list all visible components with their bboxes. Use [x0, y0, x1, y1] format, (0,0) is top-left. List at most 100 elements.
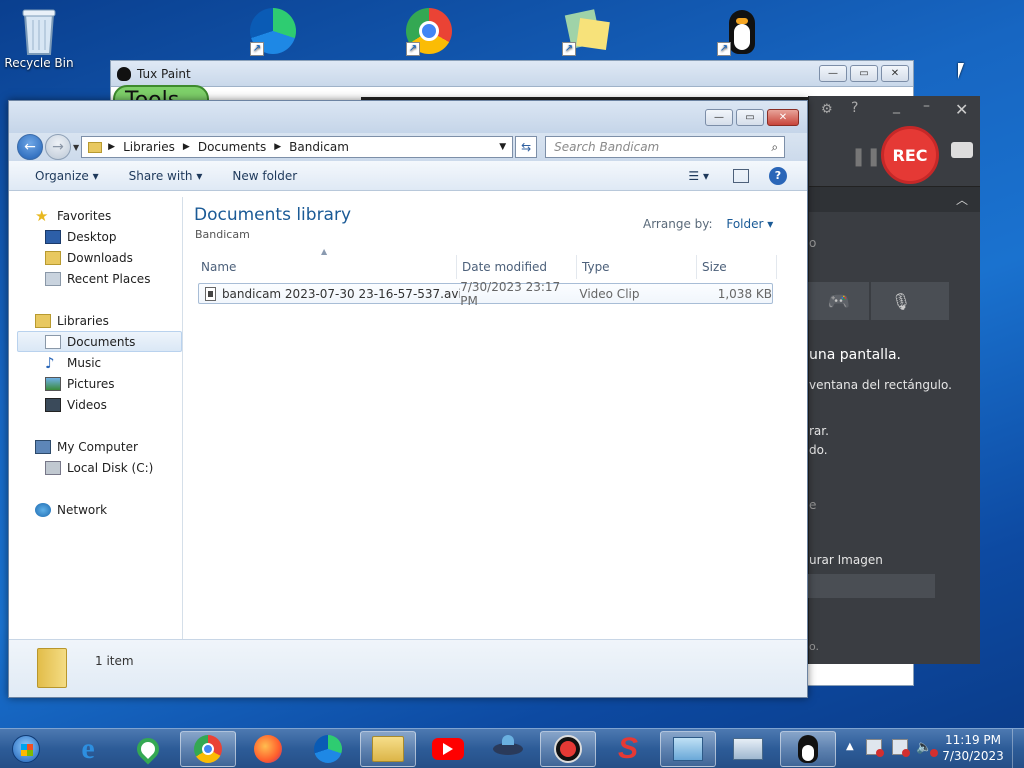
show-hidden-icons-button[interactable]: ▲ [846, 741, 854, 752]
explorer-window[interactable]: — ▭ ✕ ← → ▼ ▶ Libraries ▶ Documents ▶ Ba… [8, 100, 808, 698]
maps-icon [132, 733, 164, 765]
bandicam-minimize-icon[interactable]: _ [893, 98, 900, 114]
column-header-date[interactable]: Date modified [457, 255, 577, 279]
nav-network[interactable]: Network [17, 499, 182, 520]
taskbar-ufo-app[interactable] [480, 731, 536, 767]
system-clock[interactable]: 11:19 PM 7/30/2023 [940, 732, 1006, 764]
downloads-icon [45, 250, 61, 265]
recycle-bin-shortcut[interactable]: Recycle Bin [1, 6, 77, 70]
arrange-by-label: Arrange by: [643, 217, 713, 231]
tux-minimize-button[interactable]: — [819, 65, 847, 82]
edge-shortcut[interactable]: ↗ [236, 8, 312, 60]
taskbar-chrome[interactable] [180, 731, 236, 767]
nav-videos[interactable]: Videos [17, 394, 182, 415]
explorer-minimize-button[interactable]: — [705, 109, 733, 126]
bandicam-line-6: urar Imagen [809, 553, 883, 567]
nav-recent-places[interactable]: Recent Places [17, 268, 182, 289]
address-dropdown-icon[interactable]: ▼ [499, 142, 506, 152]
ufo-icon [493, 735, 523, 755]
taskbar-internet-explorer[interactable]: e [60, 731, 116, 767]
sticky-notes-shortcut[interactable]: ↗ [548, 8, 624, 60]
audio-mode-tab[interactable]: 🎙 [869, 282, 931, 320]
column-header-type[interactable]: Type [577, 255, 697, 279]
table-row[interactable]: bandicam 2023-07-30 23-16-57-537.avi 7/3… [198, 280, 773, 308]
taskbar-network-app[interactable] [720, 731, 776, 767]
nav-my-computer[interactable]: My Computer [17, 436, 182, 457]
nav-libraries[interactable]: Libraries [17, 310, 182, 331]
show-desktop-button[interactable] [1012, 729, 1024, 768]
taskbar-slingshot[interactable]: S [600, 731, 656, 767]
bandicam-collapse-bar[interactable]: ︿ [809, 186, 980, 212]
explorer-maximize-button[interactable]: ▭ [736, 109, 764, 126]
view-options-icon[interactable]: ☰ ▾ [688, 169, 709, 183]
nav-documents[interactable]: Documents [17, 331, 182, 352]
videos-icon [45, 397, 61, 412]
bandicam-line-2: ventana del rectángulo. [809, 378, 952, 392]
tux-paint-shortcut[interactable]: ↗ [703, 8, 779, 60]
tux-penguin-icon: ↗ [717, 8, 765, 56]
search-icon[interactable]: ⌕ [771, 140, 778, 155]
action-center-icon[interactable] [866, 739, 884, 757]
new-folder-button[interactable]: New folder [232, 169, 297, 183]
nav-local-disk[interactable]: Local Disk (C:) [17, 457, 182, 478]
explorer-titlebar[interactable]: — ▭ ✕ [9, 101, 807, 133]
explorer-close-button[interactable]: ✕ [767, 109, 799, 126]
bandicam-line-5: e [809, 498, 817, 512]
bandicam-titlebar[interactable]: ⚙ ? _ – ✕ ❚❚ REC [809, 96, 980, 186]
details-pane: 1 item [9, 639, 807, 697]
taskbar-edge[interactable] [300, 731, 356, 767]
taskbar-firefox[interactable] [240, 731, 296, 767]
chevron-up-icon[interactable]: ︿ [956, 191, 968, 208]
column-header-name[interactable]: Name [196, 255, 457, 279]
recent-pages-dropdown[interactable]: ▼ [73, 143, 79, 152]
bandicam-help-icon[interactable]: ? [851, 100, 858, 116]
breadcrumb-libraries[interactable]: Libraries [123, 140, 175, 154]
address-bar-row: ← → ▼ ▶ Libraries ▶ Documents ▶ Bandicam… [9, 133, 807, 161]
bandicam-window[interactable]: ⚙ ? _ – ✕ ❚❚ REC ︿ o 🎮 🎙 una pantalla. v… [807, 96, 980, 664]
nav-downloads[interactable]: Downloads [17, 247, 182, 268]
refresh-button[interactable]: ⇆ [515, 136, 538, 158]
bandicam-settings-icon[interactable]: ⚙ [821, 102, 833, 117]
breadcrumb-documents[interactable]: Documents [198, 140, 266, 154]
bandicam-input-box[interactable] [807, 574, 935, 598]
arrange-by-dropdown[interactable]: Folder ▾ [726, 217, 773, 231]
column-header-size[interactable]: Size [697, 255, 777, 279]
taskbar-bandicam[interactable] [540, 731, 596, 767]
breadcrumb-bandicam[interactable]: Bandicam [289, 140, 349, 154]
chrome-shortcut[interactable]: ↗ [392, 8, 468, 60]
windows-start-orb-icon [12, 735, 40, 763]
search-box[interactable]: Search Bandicam ⌕ [545, 136, 786, 158]
bandicam-rec-button[interactable]: REC [881, 126, 939, 184]
volume-muted-icon[interactable]: 🔈 [916, 740, 939, 757]
nav-pictures[interactable]: Pictures [17, 373, 182, 394]
taskbar-tux-paint[interactable] [780, 731, 836, 767]
game-mode-tab[interactable]: 🎮 [807, 282, 869, 320]
network-status-icon[interactable] [892, 739, 910, 757]
help-icon[interactable]: ? [769, 166, 787, 185]
item-count: 1 item [95, 654, 134, 668]
tux-close-button[interactable]: ✕ [881, 65, 909, 82]
bandicam-pause-icon[interactable]: ❚❚ [851, 146, 881, 167]
nav-music[interactable]: ♪ Music [17, 352, 182, 373]
nav-favorites[interactable]: ★ Favorites [17, 205, 182, 226]
start-button[interactable] [4, 731, 48, 767]
taskbar-control-panel[interactable] [660, 731, 716, 767]
breadcrumb[interactable]: ▶ Libraries ▶ Documents ▶ Bandicam ▼ [81, 136, 514, 158]
taskbar-youtube[interactable] [420, 731, 476, 767]
bandicam-screenshot-icon[interactable] [951, 142, 973, 158]
bandicam-close-icon[interactable]: ✕ [955, 100, 968, 119]
taskbar-file-explorer[interactable] [360, 731, 416, 767]
tux-paint-titlebar[interactable]: Tux Paint — ▭ ✕ [111, 61, 913, 87]
back-button[interactable]: ← [17, 134, 43, 160]
tux-maximize-button[interactable]: ▭ [850, 65, 878, 82]
taskbar-maps[interactable] [120, 731, 176, 767]
organize-button[interactable]: Organize ▾ [35, 169, 99, 183]
nav-desktop[interactable]: Desktop [17, 226, 182, 247]
chrome-icon [194, 735, 222, 763]
share-with-button[interactable]: Share with ▾ [129, 169, 203, 183]
bandicam-restore-icon[interactable]: – [923, 98, 930, 114]
file-size: 1,038 KB [717, 286, 772, 301]
preview-pane-icon[interactable] [733, 168, 749, 183]
forward-button[interactable]: → [45, 134, 71, 160]
recent-places-icon [45, 271, 61, 286]
